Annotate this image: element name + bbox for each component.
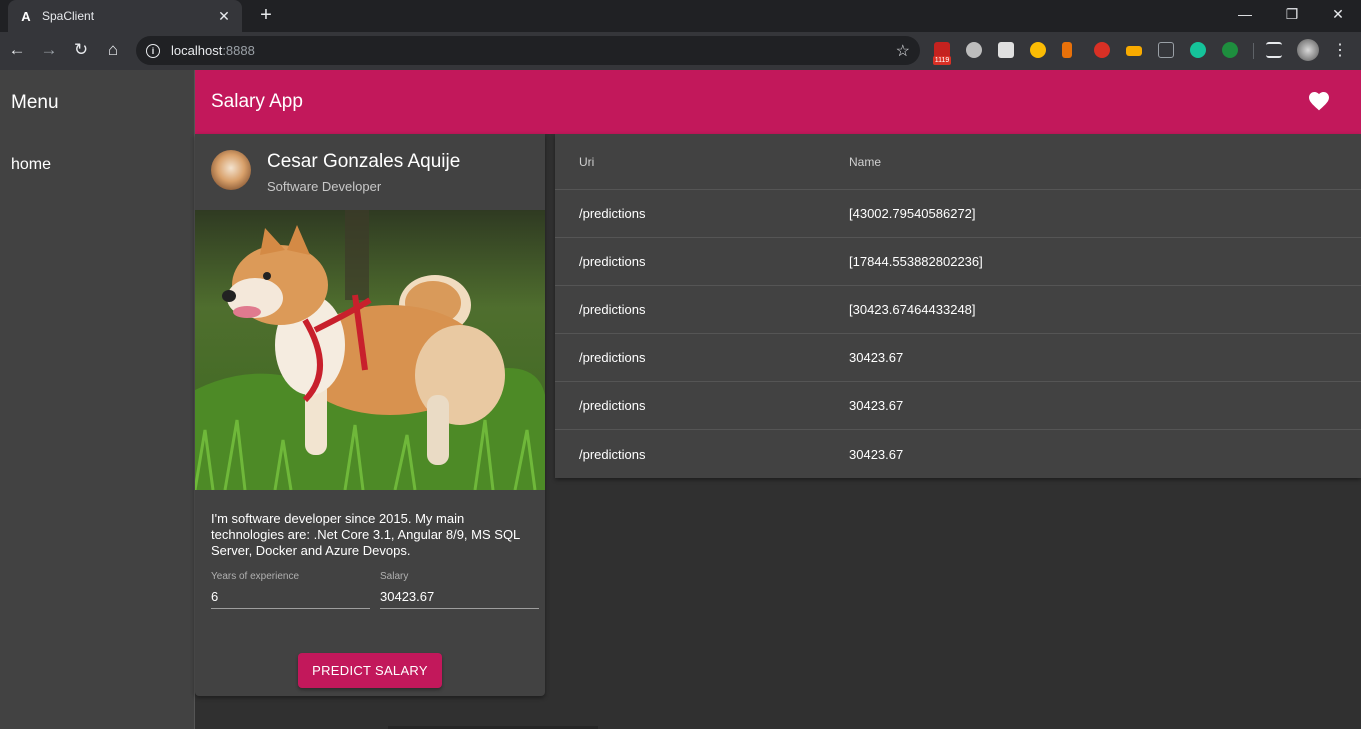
- table-row: /predictions [30423.67464433248]: [555, 286, 1361, 334]
- close-window-icon[interactable]: ✕: [1315, 4, 1361, 24]
- new-tab-icon[interactable]: +: [256, 4, 276, 27]
- cell-name: [43002.79540586272]: [849, 206, 976, 221]
- tab-title: SpaClient: [42, 9, 95, 23]
- profile-name: Cesar Gonzales Aquije: [267, 151, 461, 172]
- profile-description: I'm software developer since 2015. My ma…: [211, 511, 520, 558]
- forward-icon[interactable]: →: [39, 40, 59, 60]
- extension-icon[interactable]: [966, 42, 982, 58]
- restore-icon[interactable]: ❐: [1269, 4, 1315, 24]
- home-icon[interactable]: ⌂: [103, 40, 123, 60]
- toolbar-separator: [1253, 43, 1254, 59]
- browser-tabstrip: A SpaClient ✕ + — ❐ ✕: [0, 0, 1361, 32]
- sidenav: Menu home: [0, 70, 195, 729]
- url-text[interactable]: localhost:8888: [171, 43, 896, 58]
- profile-subtitle: Software Developer: [267, 179, 382, 194]
- cell-name: [30423.67464433248]: [849, 302, 976, 317]
- table-header: Uri Name: [555, 134, 1361, 190]
- minimize-icon[interactable]: —: [1222, 4, 1268, 24]
- salary-field[interactable]: Salary 30423.67: [380, 571, 539, 609]
- address-bar[interactable]: i localhost:8888 ☆: [136, 36, 920, 65]
- cell-uri: /predictions: [579, 446, 646, 462]
- table-row: /predictions 30423.67: [555, 430, 1361, 478]
- cell-uri: /predictions: [579, 302, 646, 317]
- predict-salary-button[interactable]: PREDICT SALARY: [298, 653, 442, 688]
- browser-toolbar: ← → ↻ ⌂ i localhost:8888 ☆ ⋮: [0, 32, 1361, 70]
- cell-name: [17844.553882802236]: [849, 254, 983, 269]
- profile-card: Cesar Gonzales Aquije Software Developer: [195, 134, 545, 696]
- profile-avatar[interactable]: [1297, 39, 1319, 61]
- media-icon[interactable]: [1266, 42, 1282, 58]
- app-toolbar: Salary App: [195, 70, 1361, 134]
- sidenav-title: Menu: [11, 92, 59, 113]
- reload-icon[interactable]: ↻: [71, 40, 91, 60]
- browser-tab[interactable]: A SpaClient ✕: [8, 0, 242, 32]
- cell-name: 30423.67: [849, 398, 904, 413]
- bookmark-star-icon[interactable]: ☆: [896, 41, 910, 61]
- dog-photo: [195, 210, 545, 490]
- menu-kebab-icon[interactable]: ⋮: [1330, 40, 1350, 60]
- cell-name: 30423.67: [849, 350, 904, 365]
- table-row: /predictions [17844.553882802236]: [555, 238, 1361, 286]
- app-title: Salary App: [211, 91, 303, 112]
- salary-input[interactable]: 30423.67: [380, 589, 539, 609]
- table-row: /predictions 30423.67: [555, 382, 1361, 430]
- extension-badge: 1119: [933, 56, 951, 65]
- sidenav-item-home[interactable]: home: [11, 156, 51, 174]
- extension-icon[interactable]: [1030, 42, 1046, 58]
- info-icon[interactable]: i: [146, 43, 160, 58]
- extension-icon[interactable]: [1222, 42, 1238, 58]
- cell-name: 30423.67: [849, 446, 904, 462]
- salary-label: Salary: [380, 571, 409, 582]
- extension-icon[interactable]: [1062, 42, 1072, 58]
- column-header-uri: Uri: [579, 154, 595, 169]
- cell-uri: /predictions: [579, 350, 646, 365]
- extension-icon[interactable]: [1094, 42, 1110, 58]
- back-icon[interactable]: ←: [7, 40, 27, 60]
- experience-label: Years of experience: [211, 571, 300, 582]
- tab-close-icon[interactable]: ✕: [216, 8, 232, 25]
- predictions-table: Uri Name /predictions [43002.79540586272…: [555, 134, 1361, 478]
- avatar: [211, 150, 251, 190]
- cell-uri: /predictions: [579, 254, 646, 269]
- experience-input[interactable]: 6: [211, 589, 370, 609]
- table-row: /predictions [43002.79540586272]: [555, 190, 1361, 238]
- extension-icon[interactable]: [1158, 42, 1174, 58]
- cell-uri: /predictions: [579, 206, 646, 221]
- table-row: /predictions 30423.67: [555, 334, 1361, 382]
- column-header-name: Name: [849, 154, 882, 169]
- angular-favicon-icon: A: [21, 8, 31, 24]
- heart-icon[interactable]: [1307, 89, 1331, 113]
- crown-extension-icon[interactable]: [1126, 46, 1142, 56]
- cell-uri: /predictions: [579, 398, 646, 413]
- experience-field[interactable]: Years of experience 6: [211, 571, 370, 609]
- extension-icon[interactable]: [998, 42, 1014, 58]
- grammarly-icon[interactable]: [1190, 42, 1206, 58]
